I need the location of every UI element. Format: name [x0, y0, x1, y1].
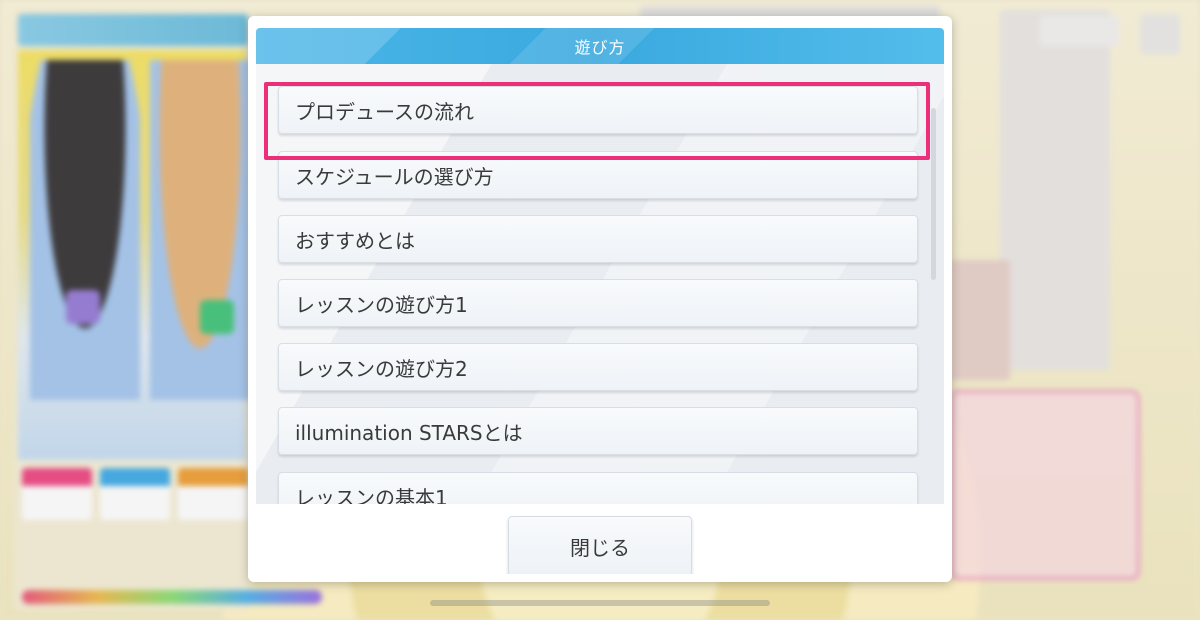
- list-scrollbar[interactable]: [931, 108, 936, 280]
- help-item-label: レッスンの基本1: [295, 485, 448, 505]
- help-item-schedule[interactable]: スケジュールの選び方: [278, 151, 918, 199]
- help-modal-inner: 遊び方 プロデュースの流れ スケジュールの選び方 おすすめとは レッスンの遊び方…: [256, 28, 944, 574]
- help-item-produce-flow[interactable]: プロデュースの流れ: [278, 86, 918, 134]
- help-item-illumination-stars[interactable]: illumination STARSとは: [278, 407, 918, 455]
- help-item-lesson-1[interactable]: レッスンの遊び方1: [278, 279, 918, 327]
- help-modal-footer: 閉じる: [256, 504, 944, 574]
- help-item-lesson-2[interactable]: レッスンの遊び方2: [278, 343, 918, 391]
- help-topic-list[interactable]: プロデュースの流れ スケジュールの選び方 おすすめとは レッスンの遊び方1 レッ…: [256, 64, 944, 504]
- close-button-label: 閉じる: [570, 535, 630, 560]
- close-button[interactable]: 閉じる: [508, 516, 692, 574]
- help-item-label: レッスンの遊び方1: [295, 292, 468, 317]
- help-item-label: プロデュースの流れ: [295, 99, 474, 124]
- help-modal: 遊び方 プロデュースの流れ スケジュールの選び方 おすすめとは レッスンの遊び方…: [248, 16, 952, 582]
- help-item-label: レッスンの遊び方2: [295, 356, 468, 381]
- help-item-recommend[interactable]: おすすめとは: [278, 215, 918, 263]
- help-modal-header: 遊び方: [256, 28, 944, 64]
- help-item-label: スケジュールの選び方: [295, 164, 494, 189]
- help-item-lesson-basics[interactable]: レッスンの基本1: [278, 472, 918, 504]
- help-item-label: illumination STARSとは: [295, 420, 523, 445]
- home-indicator[interactable]: [430, 600, 770, 606]
- help-modal-title: 遊び方: [574, 38, 626, 57]
- help-item-label: おすすめとは: [295, 228, 415, 253]
